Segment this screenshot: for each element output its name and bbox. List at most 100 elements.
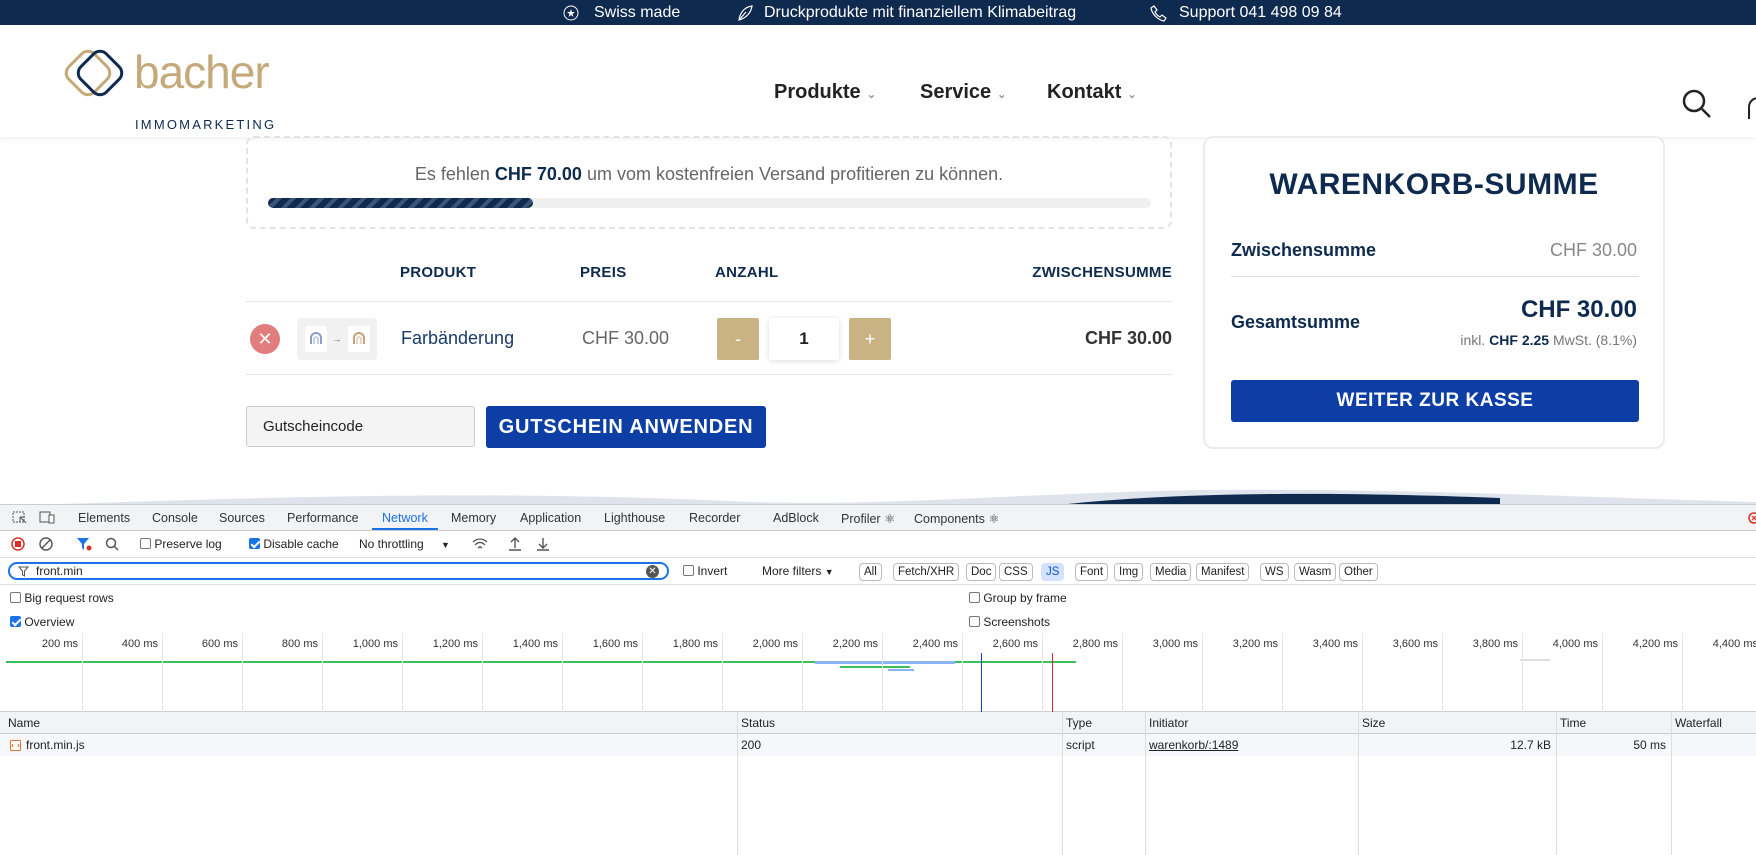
devtools-tab-recorder[interactable]: Recorder xyxy=(689,511,740,525)
type-filter-all[interactable]: All xyxy=(859,563,882,581)
throttling-select[interactable]: No throttling ▼ xyxy=(359,537,450,551)
screenshots-checkbox[interactable] xyxy=(969,616,980,627)
col-name[interactable]: Name xyxy=(8,716,40,730)
request-row[interactable]: front.min.js 200 script warenkorb/:1489 … xyxy=(0,734,1756,756)
search-icon[interactable] xyxy=(105,537,119,551)
product-thumbnail[interactable]: → xyxy=(297,318,377,360)
quantity-minus-button[interactable]: - xyxy=(717,318,759,360)
request-initiator-link[interactable]: warenkorb/:1489 xyxy=(1149,738,1238,752)
support-item[interactable]: Support 041 498 09 84 xyxy=(1149,0,1342,25)
type-filter-wasm[interactable]: Wasm xyxy=(1294,563,1337,581)
preserve-log-label: Preserve log xyxy=(154,537,222,551)
search-icon[interactable] xyxy=(1682,89,1712,119)
coupon-input[interactable]: Gutscheincode xyxy=(246,406,475,447)
nav-products[interactable]: Produkte ⌄ xyxy=(774,81,876,104)
devtools-tab-sources[interactable]: Sources xyxy=(219,511,265,525)
shipping-progress-fill xyxy=(268,198,533,208)
disable-cache-checkbox[interactable] xyxy=(249,538,260,549)
caret-down-icon: ▼ xyxy=(824,567,834,577)
big-rows-checkbox[interactable] xyxy=(10,592,21,603)
filter-icon[interactable] xyxy=(76,537,92,551)
apply-coupon-button[interactable]: GUTSCHEIN ANWENDEN xyxy=(486,406,766,448)
col-type[interactable]: Type xyxy=(1066,716,1092,730)
type-filter-ws[interactable]: WS xyxy=(1260,563,1289,581)
network-overview-timeline[interactable]: 200 ms 400 ms 600 ms 800 ms 1,000 ms 1,200 ms… xyxy=(0,633,1756,712)
col-time[interactable]: Time xyxy=(1560,716,1586,730)
preserve-log-toggle[interactable]: Preserve log xyxy=(140,537,222,551)
record-stop-icon[interactable] xyxy=(11,537,25,551)
devtools-tab-lighthouse[interactable]: Lighthouse xyxy=(604,511,665,525)
disable-cache-toggle[interactable]: Disable cache xyxy=(249,537,339,551)
request-name[interactable]: front.min.js xyxy=(26,738,85,752)
overview-label: Overview xyxy=(24,615,75,629)
devtools-tab-application[interactable]: Application xyxy=(520,511,581,525)
devtools-tab-elements[interactable]: Elements xyxy=(78,511,130,525)
account-icon[interactable] xyxy=(1748,97,1756,119)
column-divider xyxy=(1145,712,1146,855)
type-filter-js[interactable]: JS xyxy=(1041,563,1065,581)
type-filter-font[interactable]: Font xyxy=(1075,563,1109,581)
more-filters-dropdown[interactable]: More filters ▼ xyxy=(762,564,834,578)
timeline-gridline xyxy=(722,633,723,712)
totals-divider xyxy=(1231,276,1639,277)
col-status[interactable]: Status xyxy=(741,716,775,730)
preserve-log-checkbox[interactable] xyxy=(140,538,151,549)
quantity-plus-button[interactable]: + xyxy=(849,318,891,360)
timeline-gridline xyxy=(1042,633,1043,712)
devtools-tab-performance[interactable]: Performance xyxy=(287,511,359,525)
timeline-tick-label: 3,000 ms xyxy=(1152,638,1198,650)
col-size[interactable]: Size xyxy=(1362,716,1385,730)
error-badge-icon[interactable] xyxy=(1748,512,1756,524)
checkout-button[interactable]: WEITER ZUR KASSE xyxy=(1231,380,1639,422)
product-name-link[interactable]: Farbänderung xyxy=(401,328,514,349)
clear-icon[interactable] xyxy=(39,537,53,551)
nav-contact[interactable]: Kontakt ⌄ xyxy=(1047,81,1137,104)
type-filter-img[interactable]: Img xyxy=(1114,563,1144,581)
invert-checkbox[interactable] xyxy=(683,565,694,576)
devtools-tab-adblock[interactable]: AdBlock xyxy=(773,511,819,525)
devtools-tab-components[interactable]: Components ⚛ xyxy=(914,511,1000,526)
column-divider xyxy=(1671,712,1672,855)
quantity-input[interactable]: 1 xyxy=(769,318,839,360)
nav-service[interactable]: Service ⌄ xyxy=(920,81,1006,104)
clear-filter-icon[interactable]: ✕ xyxy=(646,565,659,578)
col-waterfall[interactable]: Waterfall xyxy=(1675,716,1722,730)
device-toolbar-icon[interactable] xyxy=(39,511,55,525)
shipping-text: Es fehlen CHF 70.00 um vom kostenfreien … xyxy=(248,164,1170,185)
filter-input[interactable]: front.min ✕ xyxy=(8,562,669,580)
timeline-tick-label: 3,400 ms xyxy=(1312,638,1358,650)
col-initiator[interactable]: Initiator xyxy=(1149,716,1188,730)
inspect-element-icon[interactable] xyxy=(12,511,28,525)
group-frame-checkbox[interactable] xyxy=(969,592,980,603)
timeline-tick-label: 800 ms xyxy=(281,638,318,650)
type-filter-manifest[interactable]: Manifest xyxy=(1196,563,1250,581)
type-filter-fetch-xhr[interactable]: Fetch/XHR xyxy=(893,563,960,581)
devtools-tab-profiler[interactable]: Profiler ⚛ xyxy=(841,511,895,526)
devtools-tab-console[interactable]: Console xyxy=(152,511,198,525)
overview-toggle[interactable]: Overview xyxy=(10,615,74,629)
type-filter-media[interactable]: Media xyxy=(1150,563,1192,581)
cart-totals-title: WARENKORB-SUMME xyxy=(1269,168,1599,201)
bacher-logo[interactable]: bacher IMMOMARKETING xyxy=(64,45,324,135)
devtools-tab-network[interactable]: Network xyxy=(382,511,428,525)
timeline-tick-label: 4,200 ms xyxy=(1632,638,1678,650)
chevron-down-icon: ⌄ xyxy=(866,89,876,101)
big-rows-toggle[interactable]: Big request rows xyxy=(10,591,114,605)
devtools-panel: Elements Console Sources Performance Network… xyxy=(0,504,1756,855)
timeline-gridline xyxy=(322,633,323,712)
invert-toggle[interactable]: Invert xyxy=(683,564,727,578)
import-har-icon[interactable] xyxy=(508,536,522,552)
overview-checkbox[interactable] xyxy=(10,616,21,627)
devtools-tab-memory[interactable]: Memory xyxy=(451,511,496,525)
remove-item-button[interactable]: ✕ xyxy=(250,324,280,354)
screenshots-toggle[interactable]: Screenshots xyxy=(969,615,1050,629)
support-text[interactable]: Support 041 498 09 84 xyxy=(1179,4,1342,22)
type-filter-other[interactable]: Other xyxy=(1339,563,1378,581)
thumb-card-after xyxy=(347,326,370,352)
type-filter-doc[interactable]: Doc xyxy=(966,563,997,581)
network-conditions-icon[interactable] xyxy=(472,537,488,551)
type-filter-css[interactable]: CSS xyxy=(999,563,1033,581)
timeline-gridline xyxy=(642,633,643,712)
export-har-icon[interactable] xyxy=(536,536,550,552)
group-frame-toggle[interactable]: Group by frame xyxy=(969,591,1067,605)
